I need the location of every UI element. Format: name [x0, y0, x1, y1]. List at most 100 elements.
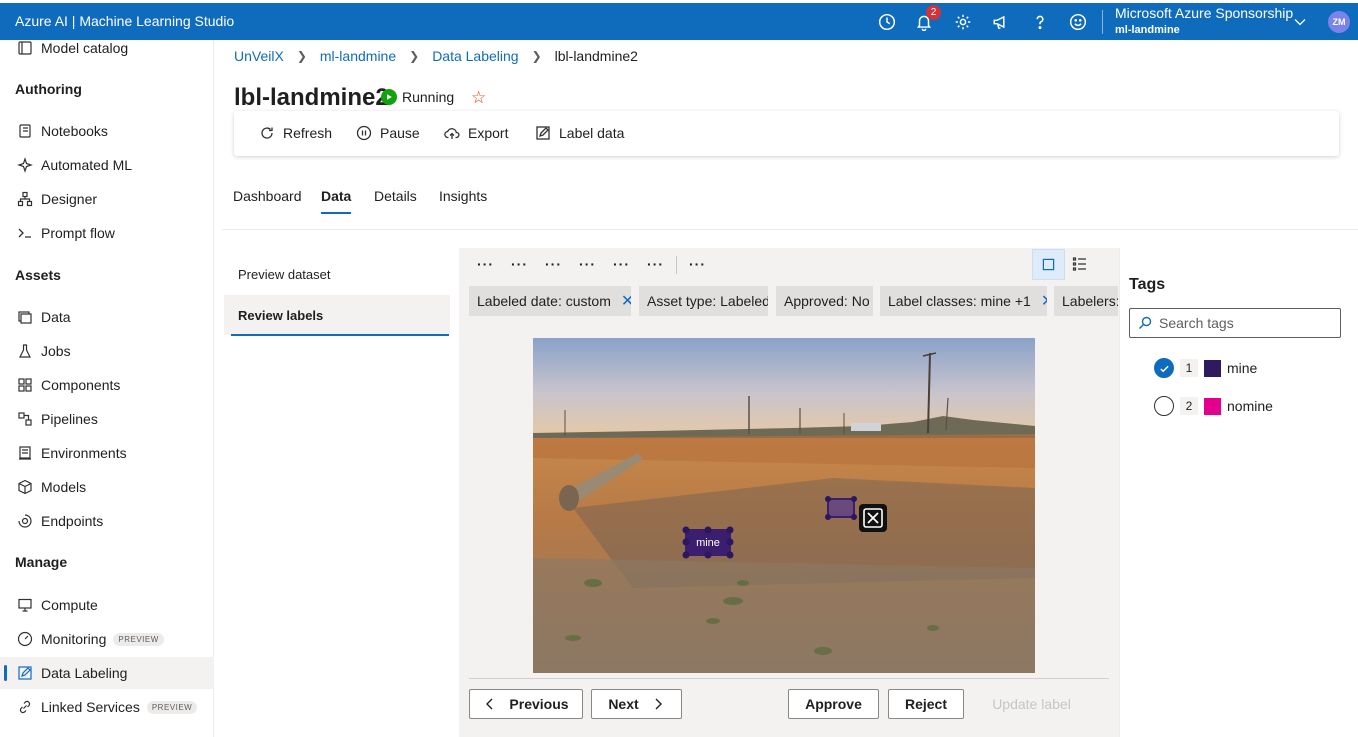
catalog-icon: [16, 39, 34, 57]
sidebar-item-components[interactable]: Components: [0, 369, 214, 401]
tab-dashboard[interactable]: Dashboard: [233, 188, 302, 204]
filter-chip-asset-type[interactable]: Asset type: Labeled: [639, 286, 768, 316]
pause-button[interactable]: Pause: [356, 125, 420, 141]
gear-icon[interactable]: [953, 12, 973, 32]
label-data-button[interactable]: Label data: [535, 125, 624, 141]
pause-icon: [356, 125, 372, 141]
more-options-1[interactable]: ···: [477, 256, 494, 272]
approve-button[interactable]: Approve: [788, 689, 879, 719]
more-options-4[interactable]: ···: [579, 256, 596, 272]
sidebar-item-data-labeling[interactable]: Data Labeling: [0, 657, 214, 689]
subnav-preview-dataset[interactable]: Preview dataset: [224, 254, 450, 294]
star-icon[interactable]: ☆: [471, 88, 486, 108]
app-title[interactable]: Azure AI | Machine Learning Studio: [15, 13, 234, 29]
tags-divider: [1119, 248, 1120, 737]
breadcrumb-unveilx[interactable]: UnVeilX: [234, 48, 284, 64]
checkmark-icon[interactable]: [1154, 358, 1174, 378]
filter-chip-labeled-date[interactable]: Labeled date: custom ✕: [469, 286, 631, 316]
sidebar-item-environments[interactable]: Environments: [0, 437, 214, 469]
sidebar-item-linked-services[interactable]: Linked Services PREVIEW: [0, 691, 214, 723]
close-icon[interactable]: ✕: [1041, 291, 1047, 311]
refresh-button[interactable]: Refresh: [259, 125, 332, 141]
search-tags-input[interactable]: [1159, 315, 1329, 331]
sidebar-item-automated-ml[interactable]: Automated ML: [0, 149, 214, 181]
radio-icon[interactable]: [1154, 396, 1174, 416]
search-tags-box[interactable]: [1129, 308, 1341, 338]
list-view-toggle[interactable]: [1072, 256, 1090, 274]
filter-label: Labeled date: custom: [477, 293, 611, 309]
tab-data[interactable]: Data: [321, 188, 351, 204]
notification-badge: 2: [926, 5, 941, 20]
sidebar-item-designer[interactable]: Designer: [0, 183, 214, 215]
sidebar-item-prompt-flow[interactable]: Prompt flow: [0, 217, 214, 249]
sidebar-item-monitoring[interactable]: Monitoring PREVIEW: [0, 623, 214, 655]
edit-icon: [16, 664, 34, 682]
refresh-icon: [261, 127, 273, 139]
smiley-icon[interactable]: [1068, 12, 1088, 32]
sidebar-item-label: Linked Services: [41, 699, 140, 715]
sidebar-item-endpoints[interactable]: Endpoints: [0, 505, 214, 537]
tab-insights[interactable]: Insights: [439, 188, 487, 204]
help-icon[interactable]: [1030, 12, 1050, 32]
breadcrumb-data-labeling[interactable]: Data Labeling: [432, 48, 518, 64]
export-button[interactable]: Export: [444, 125, 508, 141]
close-icon[interactable]: ✕: [621, 291, 631, 311]
tab-details[interactable]: Details: [374, 188, 417, 204]
page-title: lbl-landmine2: [234, 84, 389, 111]
tag-color-swatch: [1204, 359, 1221, 377]
more-options-5[interactable]: ···: [613, 256, 630, 272]
filter-chip-label-classes[interactable]: Label classes: mine +1 ✕: [880, 286, 1047, 316]
sidebar-item-compute[interactable]: Compute: [0, 589, 214, 621]
image-divider: [469, 678, 1109, 679]
tag-item-nomine[interactable]: 2 nomine: [1154, 396, 1273, 416]
more-options-3[interactable]: ···: [545, 256, 562, 272]
tags-title: Tags: [1129, 276, 1166, 293]
sidebar-section-manage: Manage: [15, 554, 68, 570]
more-options-6[interactable]: ···: [647, 256, 664, 272]
sidebar-item-jobs[interactable]: Jobs: [0, 335, 214, 367]
more-options-2[interactable]: ···: [511, 256, 528, 272]
history-icon[interactable]: [877, 12, 897, 32]
subscription-name[interactable]: Microsoft Azure Sponsorship: [1115, 5, 1293, 21]
tag-name: mine: [1227, 360, 1258, 376]
chevron-down-icon[interactable]: [1293, 15, 1307, 29]
avatar[interactable]: ZM: [1328, 11, 1350, 33]
sidebar-item-model-catalog[interactable]: Model catalog: [0, 32, 214, 64]
topbar-divider: [1102, 10, 1103, 34]
subnav-review-labels[interactable]: Review labels: [224, 295, 450, 335]
workspace-name[interactable]: ml-landmine: [1115, 24, 1180, 36]
square-icon: [1042, 258, 1055, 271]
previous-button[interactable]: Previous: [469, 689, 583, 719]
search-icon: [1139, 316, 1152, 329]
export-label: Export: [468, 125, 509, 141]
tag-name: nomine: [1227, 398, 1273, 414]
endpoint-icon: [16, 512, 34, 530]
breadcrumb-ml-landmine[interactable]: ml-landmine: [320, 48, 396, 64]
filter-chip-approved[interactable]: Approved: No: [776, 286, 873, 316]
more-options-7[interactable]: ···: [689, 256, 706, 272]
next-button[interactable]: Next: [591, 689, 682, 719]
labeled-image[interactable]: mine: [533, 338, 1035, 673]
sidebar-item-label: Environments: [41, 445, 127, 461]
box-view-toggle[interactable]: [1032, 249, 1065, 280]
sidebar-item-models[interactable]: Models: [0, 471, 214, 503]
filter-label: Label classes: mine +1: [888, 293, 1031, 309]
sidebar-section-authoring: Authoring: [15, 81, 82, 97]
sidebar-item-label: Jobs: [41, 343, 71, 359]
chevron-right-icon: ❯: [296, 49, 307, 63]
status-label: Running: [402, 89, 455, 105]
filter-chip-labelers[interactable]: Labelers:: [1054, 286, 1118, 316]
data-icon: [16, 308, 34, 326]
cube-icon: [16, 478, 34, 496]
sidebar-item-label: Components: [41, 377, 121, 393]
command-bar: Refresh Pause Export Label data: [234, 111, 1339, 156]
megaphone-icon[interactable]: [991, 12, 1011, 32]
sidebar-item-data[interactable]: Data: [0, 301, 214, 333]
sidebar-item-notebooks[interactable]: Notebooks: [0, 115, 214, 147]
sparkle-icon: [16, 156, 34, 174]
tag-item-mine[interactable]: 1 mine: [1154, 358, 1257, 378]
reject-button[interactable]: Reject: [888, 689, 964, 719]
sidebar-item-label: Automated ML: [41, 157, 133, 173]
components-icon: [16, 376, 34, 394]
sidebar-item-pipelines[interactable]: Pipelines: [0, 403, 214, 435]
